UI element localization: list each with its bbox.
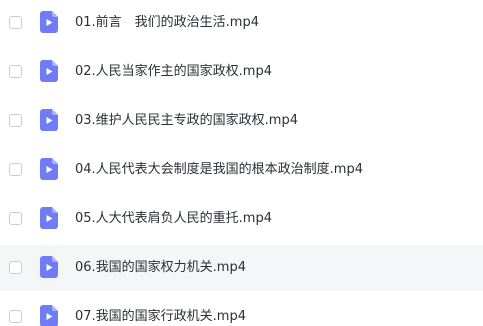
- row-checkbox[interactable]: [9, 261, 22, 274]
- file-name[interactable]: 07.我国的国家行政机关.mp4: [75, 305, 246, 326]
- file-row[interactable]: 04.人民代表大会制度是我国的根本政治制度.mp4: [0, 147, 483, 193]
- row-checkbox[interactable]: [9, 212, 22, 225]
- file-name[interactable]: 06.我国的国家权力机关.mp4: [75, 256, 246, 280]
- file-row[interactable]: 01.前言 我们的政治生活.mp4: [0, 0, 483, 46]
- video-file-icon: [40, 60, 58, 82]
- file-row[interactable]: 06.我国的国家权力机关.mp4: [0, 245, 483, 291]
- row-checkbox[interactable]: [9, 310, 22, 323]
- file-row[interactable]: 05.人大代表肩负人民的重托.mp4: [0, 196, 483, 242]
- file-name[interactable]: 02.人民当家作主的国家政权.mp4: [75, 60, 272, 84]
- file-name[interactable]: 01.前言 我们的政治生活.mp4: [75, 11, 259, 35]
- video-file-icon: [40, 207, 58, 229]
- video-file-icon: [40, 109, 58, 131]
- row-checkbox[interactable]: [9, 163, 22, 176]
- video-file-icon: [40, 11, 58, 33]
- file-name[interactable]: 04.人民代表大会制度是我国的根本政治制度.mp4: [75, 158, 363, 182]
- video-file-icon: [40, 305, 58, 326]
- video-file-icon: [40, 158, 58, 180]
- file-list: 01.前言 我们的政治生活.mp4 02.人民当家作主的国家政权.mp4 03.…: [0, 0, 483, 326]
- file-row[interactable]: 07.我国的国家行政机关.mp4: [0, 294, 483, 326]
- row-checkbox[interactable]: [9, 114, 22, 127]
- file-name[interactable]: 03.维护人民民主专政的国家政权.mp4: [75, 109, 298, 133]
- file-row[interactable]: 02.人民当家作主的国家政权.mp4: [0, 49, 483, 95]
- file-name[interactable]: 05.人大代表肩负人民的重托.mp4: [75, 207, 272, 231]
- file-row[interactable]: 03.维护人民民主专政的国家政权.mp4: [0, 98, 483, 144]
- row-checkbox[interactable]: [9, 16, 22, 29]
- row-checkbox[interactable]: [9, 65, 22, 78]
- video-file-icon: [40, 256, 58, 278]
